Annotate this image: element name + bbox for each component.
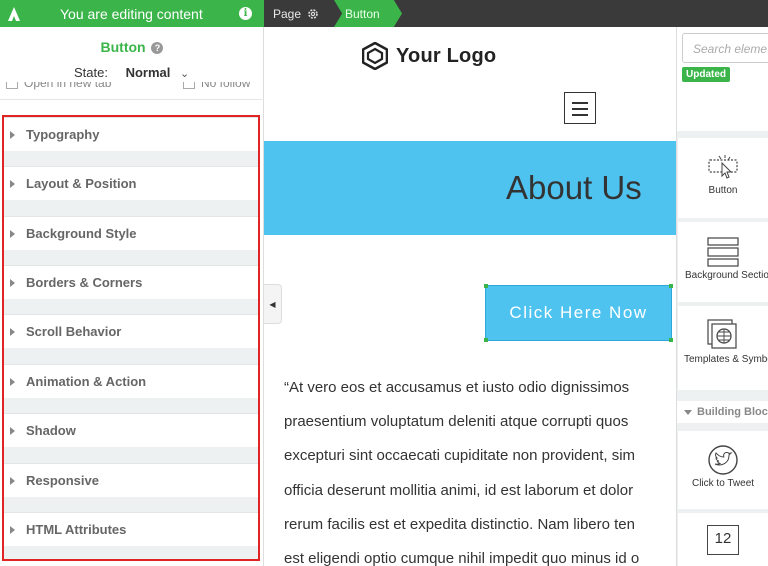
menu-icon[interactable] [564,92,596,124]
checkbox-icon [183,82,195,89]
caret-right-icon [10,179,15,188]
info-icon[interactable]: i [239,7,252,20]
section-background-style[interactable]: Background Style [4,216,258,250]
state-value: Normal [125,65,171,80]
app-logo-icon[interactable] [0,0,28,27]
resize-handle[interactable] [484,338,488,342]
section-scroll-behavior[interactable]: Scroll Behavior [4,314,258,348]
element-button[interactable]: Button [678,138,768,218]
cta-label: Click Here Now [509,303,648,322]
resize-handle[interactable] [669,284,673,288]
elements-search-area: Search eleme Updated [677,27,768,131]
checkbox-icon [6,82,18,89]
section-borders-corners[interactable]: Borders & Corners [4,265,258,299]
caret-down-icon [684,409,692,415]
elements-panel: Search eleme Updated Button Background S… [676,27,768,566]
calendar-number: 12 [714,530,732,547]
section-animation-action[interactable]: Animation & Action [4,364,258,398]
chevron-down-icon: ⌄ [180,68,190,80]
section-typography[interactable]: Typography [4,117,258,151]
building-blocks-label: Building Blocks [697,406,768,418]
section-label: Responsive [26,473,99,488]
panel-title: Button ? [0,39,264,55]
paragraph-line: officia deserunt mollitia animi, id est … [284,481,634,499]
section-label: Shadow [26,423,76,438]
twitter-icon [708,445,738,475]
caret-right-icon [10,327,15,336]
section-label: Scroll Behavior [26,324,122,339]
caret-right-icon [10,278,15,287]
caret-right-icon [10,525,15,534]
logo-text: Your Logo [396,44,497,67]
panel-title-label: Button [100,39,146,55]
state-label: State: [74,65,108,80]
block-label: Click to Tweet [691,478,755,489]
open-new-tab-checkbox[interactable]: Open in new tab [6,82,111,90]
paragraph-line: est eligendi optio cumque nihil impedit … [284,550,640,566]
paragraph-line: rerum facilis est et expedita distinctio… [284,515,635,533]
resize-handle[interactable] [484,284,488,288]
caret-right-icon [10,426,15,435]
block-countdown[interactable]: 12 [678,513,768,566]
element-search-input[interactable]: Search eleme [682,33,768,63]
editing-label: You are editing content [60,5,203,22]
section-label: Layout & Position [26,176,137,191]
link-options: Open in new tab No follow [0,82,264,100]
site-logo[interactable]: Your Logo [362,42,496,70]
help-icon[interactable]: ? [151,42,164,55]
page-canvas: Your Logo About Us Click Here Now “At ve… [264,27,676,566]
paragraph-line: “At vero eos et accusamus et iusto odio … [284,379,630,396]
body-paragraph[interactable]: “At vero eos et accusamus et iusto odio … [284,371,676,566]
paragraph-line: praesentium voluptatum deleniti atque co… [284,413,629,431]
section-responsive[interactable]: Responsive [4,463,258,497]
state-selector[interactable]: State: Normal ⌄ [74,65,189,80]
section-html-attributes[interactable]: HTML Attributes [4,512,258,546]
section-label: Borders & Corners [26,275,143,290]
section-layout-position[interactable]: Layout & Position [4,166,258,200]
caret-right-icon [10,229,15,238]
resize-handle[interactable] [669,338,673,342]
element-background-section[interactable]: Background Section [678,222,768,302]
caret-right-icon [10,476,15,485]
section-label: HTML Attributes [26,522,127,537]
editing-status: You are editing content i [28,0,264,27]
breadcrumb-page-label: Page [273,6,302,21]
caret-left-icon: ◀ [269,299,276,309]
caret-right-icon [10,377,15,386]
collapse-panel-button[interactable]: ◀ [264,284,282,324]
caret-right-icon [10,130,15,139]
button-element-icon [708,155,738,179]
section-label: Typography [26,127,100,142]
section-label: Animation & Action [26,374,147,389]
breadcrumb-button-label: Button [345,6,380,21]
paragraph-line: excepturi sint occaecati cupiditate non … [284,447,636,465]
section-element-icon [707,237,739,267]
section-label: Background Style [26,226,137,241]
building-blocks-header[interactable]: Building Blocks [677,401,768,423]
no-follow-checkbox[interactable]: No follow [183,82,250,90]
left-panel: Button ? State: Normal ⌄ Open in new tab… [0,27,264,566]
section-shadow[interactable]: Shadow [4,413,258,447]
block-click-to-tweet[interactable]: Click to Tweet [678,431,768,509]
templates-element-icon [707,319,737,349]
hexagon-logo-icon [362,42,388,70]
updated-badge: Updated [682,67,730,82]
gear-icon[interactable] [307,8,319,20]
about-banner[interactable]: About Us [264,141,676,235]
banner-title: About Us [506,169,642,206]
no-follow-label: No follow [201,82,251,90]
element-label: Templates & Symbols [684,354,768,365]
breadcrumb-page[interactable]: Page [264,0,334,27]
calendar-icon: 12 [707,525,739,555]
element-templates-symbols[interactable]: Templates & Symbols [678,306,768,390]
breadcrumb-button[interactable]: Button [334,0,402,27]
style-sections: Typography Layout & Position Background … [2,115,260,561]
element-label: Button [708,185,738,196]
element-label: Background Section [685,270,768,281]
open-new-tab-label: Open in new tab [24,82,112,90]
top-bar: You are editing content i Page Button [0,0,768,27]
cta-button[interactable]: Click Here Now [484,284,673,342]
